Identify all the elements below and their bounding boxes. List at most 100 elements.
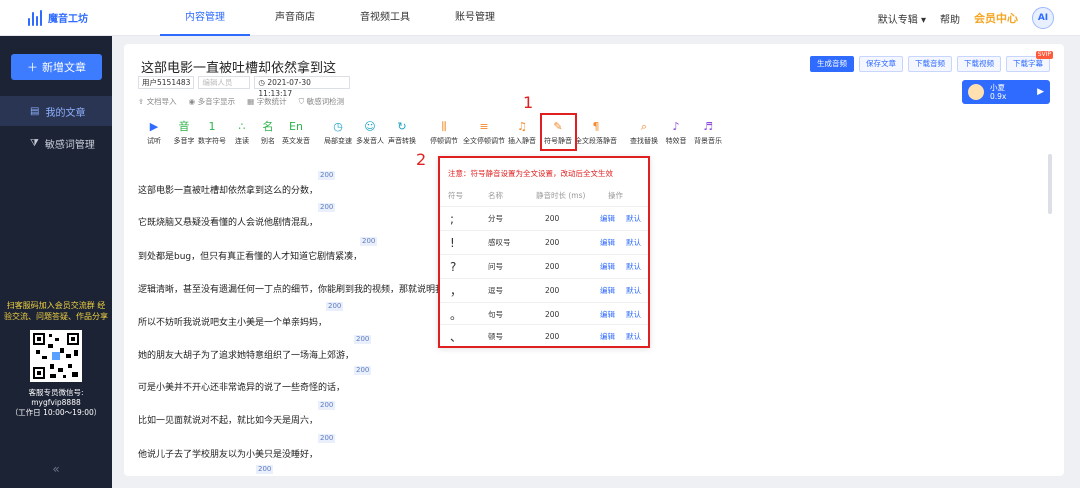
pause-badge[interactable]: 200 <box>256 465 274 474</box>
qr-code-image <box>30 330 82 382</box>
default-link[interactable]: 默认 <box>626 279 641 303</box>
avatar[interactable]: AI <box>1032 7 1054 29</box>
generate-audio-button[interactable]: 生成音频 <box>810 56 854 72</box>
clock-icon: ◷ <box>258 78 268 87</box>
sidebar-item-sensitive-words[interactable]: ⧩ 敏感词管理 <box>0 128 112 158</box>
pause-badge[interactable]: 200 <box>360 237 378 246</box>
full-pause-icon: ≡ <box>479 120 489 133</box>
help-link[interactable]: 帮助 <box>940 11 960 26</box>
text-line-7[interactable]: 可是小美并不开心还非常诡异的说了一些奇怪的话， <box>138 380 345 393</box>
edit-link[interactable]: 编辑 <box>600 207 615 231</box>
tool-english[interactable]: En 英文发音 <box>280 120 312 146</box>
tool-pause-adjust[interactable]: ⫼ 停顿调节 <box>428 120 460 146</box>
text-line-8[interactable]: 比如一见面就说对不起，就比如今天是周六， <box>138 413 318 426</box>
editor-scrollbar[interactable] <box>1048 154 1052 214</box>
date-field[interactable]: ◷ 2021-07-30 11:13:17 <box>254 76 351 98</box>
table-row: ? 问号 200 编辑 默认 <box>440 254 648 278</box>
nav-content[interactable]: 内容管理 <box>160 0 250 36</box>
annotation-number-2: 2 <box>416 150 427 169</box>
paragraph-icon: ¶ <box>592 120 600 133</box>
row-name: 顿号 <box>488 332 503 341</box>
header-duration: 静音时长 (ms) <box>536 191 586 200</box>
annotation-number-1: 1 <box>523 93 534 112</box>
sensitive-check-option[interactable]: ⛉ 敏感词检测 <box>299 96 345 107</box>
album-select[interactable]: 默认专辑 ▾ <box>878 11 926 26</box>
tool-bar: ▶ 试听 音多音字 1 数字符号 ∴ 连读 名别名 En 英文发音 ◷ 局部变速 ☺ 多发音… <box>138 120 1050 150</box>
symbol-silence-popup: 注意：符号静音设置为全文设置，改动后全文生效 符号 名称 静音时长 (ms) 操… <box>438 156 650 348</box>
option-label: 多音字显示 <box>197 97 236 106</box>
text-line-3[interactable]: 到处都是bug，但只有真正看懂的人才知道它剧情紧凑， <box>138 249 362 262</box>
text-line-4[interactable]: 逻辑清晰，甚至没有遗漏任何一丁点的细节，你能刷到我的视频，那就说明我 <box>138 282 444 295</box>
row-symbol: ? <box>450 260 457 274</box>
save-article-button[interactable]: 保存文章 <box>859 56 903 72</box>
pause-badge[interactable]: 200 <box>354 335 372 344</box>
default-link[interactable]: 默认 <box>626 207 641 231</box>
author-input[interactable]: 编辑人员 <box>198 76 251 89</box>
default-link[interactable]: 默认 <box>626 325 641 349</box>
tool-label: 背景音乐 <box>694 137 722 145</box>
collapse-sidebar-button[interactable]: « <box>0 462 112 476</box>
vip-center-link[interactable]: 会员中心 <box>974 10 1018 26</box>
word-count-option[interactable]: ▦ 字数统计 <box>247 96 286 107</box>
nav-account[interactable]: 账号管理 <box>430 0 520 36</box>
silence-icon: ♫ <box>517 120 527 133</box>
table-row: 。句号 200 编辑 默认 <box>440 302 648 326</box>
default-link[interactable]: 默认 <box>626 231 641 255</box>
edit-link[interactable]: 编辑 <box>600 279 615 303</box>
voice-selector[interactable]: 小夏 0.9x ▶ <box>962 80 1050 104</box>
tool-bgm[interactable]: ♬ 背景音乐 <box>692 120 724 146</box>
download-audio-button[interactable]: 下载音频 <box>908 56 952 72</box>
action-buttons: 生成音频 保存文章 下载音频 下载视频 下载字幕 SVIP <box>810 51 1053 72</box>
edit-link[interactable]: 编辑 <box>600 255 615 279</box>
pause-badge[interactable]: 200 <box>318 401 336 410</box>
app-logo[interactable]: 魔音工坊 <box>28 9 138 26</box>
speakers-icon: ☺ <box>364 120 376 133</box>
header-actions: 操作 <box>608 191 623 200</box>
nav-store[interactable]: 声音商店 <box>250 0 340 36</box>
pause-badge[interactable]: 200 <box>318 434 336 443</box>
tool-voice-convert[interactable]: ↻ 声音转换 <box>386 120 418 146</box>
tool-insert-silence[interactable]: ♫ 插入静音 <box>506 120 538 146</box>
nav-tools[interactable]: 音视频工具 <box>340 0 430 36</box>
qr-block: 扫客服码加入会员交流群 经验交流、问题答疑、作品分享 客服专员微信号: mygf… <box>0 300 112 418</box>
edit-link[interactable]: 编辑 <box>600 325 615 349</box>
shield-icon: ⛉ <box>298 97 307 106</box>
page-title[interactable]: 这部电影一直被吐槽却依然拿到这 <box>141 57 336 76</box>
text-line-2[interactable]: 它既烧脑又悬疑没看懂的人会说他剧情混乱， <box>138 215 318 228</box>
row-symbol: 、 <box>450 330 463 344</box>
effect-icon: ♪ <box>672 120 680 133</box>
tool-paragraph-silence[interactable]: ¶ 全文段落静音 <box>575 120 617 146</box>
text-line-1[interactable]: 这部电影一直被吐槽却依然拿到这么的分数， <box>138 183 318 196</box>
row-name: 感叹号 <box>488 238 511 247</box>
user-field[interactable]: 用户5151483 <box>138 76 195 89</box>
text-line-5[interactable]: 所以不妨听我说说吧女主小美是一个单亲妈妈， <box>138 315 327 328</box>
pause-badge[interactable]: 200 <box>318 203 336 212</box>
tool-full-pause-adjust[interactable]: ≡ 全文停顿调节 <box>463 120 505 146</box>
sidebar-item-my-articles[interactable]: ▤ 我的文章 <box>0 96 112 126</box>
play-circle-icon: ▶ <box>149 120 159 133</box>
download-subtitle-button[interactable]: 下载字幕 SVIP <box>1006 51 1053 72</box>
text-line-6[interactable]: 她的朋友大胡子为了追求她特意组织了一场海上郊游， <box>138 348 354 361</box>
download-video-button[interactable]: 下载视频 <box>957 56 1001 72</box>
default-link[interactable]: 默认 <box>626 255 641 279</box>
import-option[interactable]: ⇪ 文档导入 <box>138 96 177 107</box>
row-duration: 200 <box>545 262 560 271</box>
table-row: ; 分号 200 编辑 默认 <box>440 206 648 230</box>
new-article-button[interactable]: ＋ 新增文章 <box>11 54 102 80</box>
play-icon[interactable]: ▶ <box>1037 87 1044 97</box>
pause-badge[interactable]: 200 <box>326 302 344 311</box>
polyphone-option[interactable]: ◉ 多音字显示 <box>189 96 235 107</box>
row-duration: 200 <box>545 238 560 247</box>
new-article-label: 新增文章 <box>42 61 86 74</box>
main-nav: 内容管理 声音商店 音视频工具 账号管理 <box>160 0 520 36</box>
music-icon: ♬ <box>703 120 713 133</box>
text-line-9[interactable]: 他说儿子去了学校朋友以为小美只是没睡好， <box>138 447 318 460</box>
pause-badge[interactable]: 200 <box>318 171 336 180</box>
edit-link[interactable]: 编辑 <box>600 231 615 255</box>
qr-info-1: 客服专员微信号: <box>28 388 84 397</box>
option-label: 字数统计 <box>256 97 287 106</box>
pause-badge[interactable]: 200 <box>354 366 372 375</box>
option-row: ⇪ 文档导入 ◉ 多音字显示 ▦ 字数统计 ⛉ 敏感词检测 <box>138 96 344 107</box>
row-duration: 200 <box>545 286 560 295</box>
qr-title: 扫客服码加入会员交流群 经验交流、问题答疑、作品分享 <box>4 301 108 321</box>
